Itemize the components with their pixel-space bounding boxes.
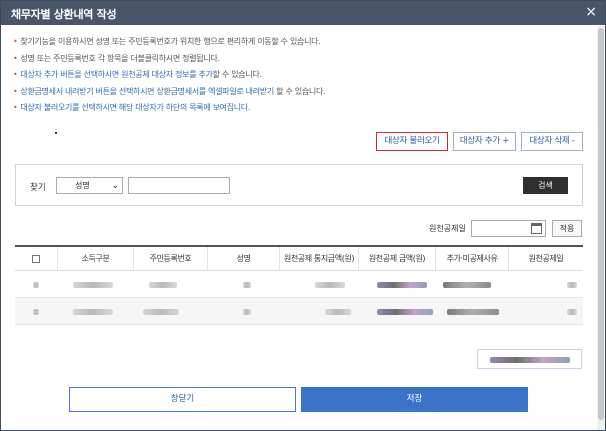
add-target-button[interactable]: 대상자 추가 + <box>453 132 516 151</box>
search-button[interactable]: 검색 <box>523 177 568 194</box>
header-notified-amount: 원천공제 통지금액(원) <box>279 247 358 271</box>
redacted-cell <box>325 309 351 315</box>
dialog-window: 채무자별 상환내역 작성 × • 찾기기능을 이용하시면 성명 또는 주민등록번호… <box>0 0 606 431</box>
redacted-cell <box>243 282 251 288</box>
row-checkbox[interactable] <box>33 309 39 315</box>
bullet-icon: • <box>13 37 18 46</box>
title-bar: 채무자별 상환내역 작성 × <box>1 1 605 25</box>
bullet-icon: • <box>13 70 18 79</box>
row-checkbox[interactable] <box>33 282 39 288</box>
header-name[interactable]: 성명 <box>207 247 279 271</box>
redacted-cell <box>567 309 577 315</box>
info-line: • 찾기기능을 이용하시면 성명 또는 주민등록번호가 위치한 행으로 편리하게 … <box>13 37 321 46</box>
close-icon[interactable]: × <box>585 4 597 20</box>
search-label: 찾기 <box>30 183 46 193</box>
scrollbar-thumb[interactable] <box>598 28 604 420</box>
redacted-cell <box>443 282 491 288</box>
redacted-cell <box>377 309 433 315</box>
redacted-cell <box>567 282 577 288</box>
redacted-cell <box>73 309 113 315</box>
redacted-cell <box>315 282 345 288</box>
redacted-cell <box>447 309 499 315</box>
search-field-select[interactable]: 성명 ⌄ <box>56 177 123 194</box>
save-button[interactable]: 저장 <box>301 387 528 412</box>
vertical-scrollbar[interactable] <box>597 26 605 430</box>
redacted-cell <box>149 282 177 288</box>
redacted-cell <box>377 282 427 288</box>
load-targets-button[interactable]: 대상자 불러오기 <box>376 132 448 151</box>
withholding-date-label: 원천공제일 <box>429 224 466 233</box>
header-resident-number[interactable]: 주민등록번호 <box>133 247 207 271</box>
checkbox-icon[interactable] <box>32 255 40 263</box>
table-row[interactable] <box>15 271 583 298</box>
header-income-type[interactable]: 소득구분 <box>57 247 133 271</box>
chevron-down-icon: ⌄ <box>111 181 119 191</box>
select-all-checkbox[interactable] <box>15 247 57 271</box>
redacted-cell <box>143 309 179 315</box>
info-line: • 대상자 불러오기를 선택하시면 해당 대상자가 하단의 목록에 보여집니다. <box>13 103 251 112</box>
bullet-icon: • <box>13 86 18 96</box>
bullet-icon: • <box>13 103 18 112</box>
redacted-cell <box>243 309 251 315</box>
search-input[interactable] <box>128 177 230 194</box>
info-line: • 대상자 추가 버튼을 선택하시면 원천공제 대상자 정보를 추가할 수 있습니… <box>13 70 262 79</box>
withholding-date-input[interactable] <box>471 220 546 237</box>
dialog-title: 채무자별 상환내역 작성 <box>11 8 117 21</box>
debtor-table: 소득구분 주민등록번호 성명 원천공제 통지금액(원) 원천공제 금액(원) 추… <box>15 245 583 325</box>
header-withholding-amount: 원천공제 금액(원) <box>358 247 435 271</box>
calendar-icon[interactable] <box>531 223 542 234</box>
table-header: 소득구분 주민등록번호 성명 원천공제 통지금액(원) 원천공제 금액(원) 추… <box>15 245 583 271</box>
header-reason: 추가·미공제사유 <box>435 247 508 271</box>
info-line: • 성명 또는 주민등록번호 각 항목을 더블클릭하시면 정렬됩니다. <box>13 53 220 63</box>
apply-date-button[interactable]: 적용 <box>552 220 582 237</box>
close-dialog-button[interactable]: 창닫기 <box>69 387 296 412</box>
info-notice: • 찾기기능을 이용하시면 성명 또는 주민등록번호가 위치한 행으로 편리하게 … <box>13 34 593 117</box>
dot-marker <box>55 132 57 134</box>
info-line: • 상환금명세서 내려받기 버튼을 선택하시면 상환금명세서를 엑셀파일로 내려받… <box>13 86 326 96</box>
bullet-icon: • <box>13 53 18 63</box>
search-panel: 찾기 성명 ⌄ 검색 <box>15 164 583 206</box>
header-withholding-date: 원천공제일 <box>508 247 583 271</box>
delete-target-button[interactable]: 대상자 삭제 - <box>521 132 583 151</box>
table-row[interactable] <box>15 298 583 325</box>
redacted-label <box>490 357 570 363</box>
redacted-cell <box>73 282 113 288</box>
download-statement-button[interactable] <box>477 349 582 369</box>
